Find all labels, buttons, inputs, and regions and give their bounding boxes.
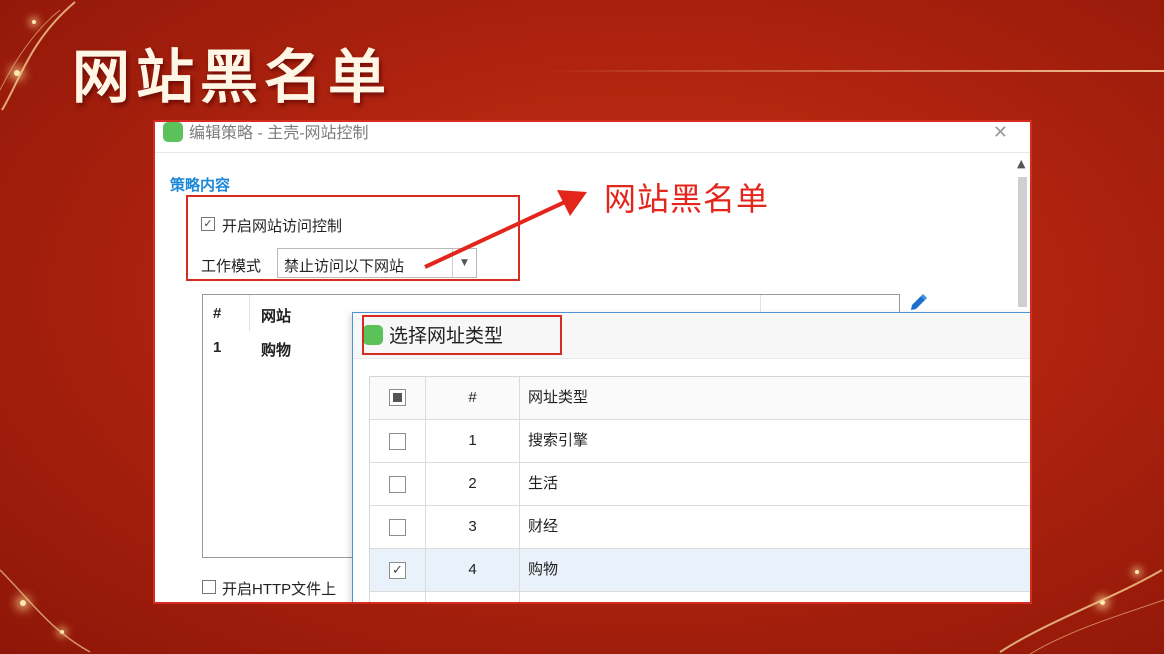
work-mode-select[interactable]: 禁止访问以下网站 ▼ [277,248,477,278]
row-index: 5 [426,592,520,602]
gold-swirl-decoration [0,569,91,653]
row-index: 4 [426,549,520,592]
scrollbar-thumb[interactable] [1018,177,1027,307]
checkbox-cell [370,506,426,549]
highlight-box-dialog-title [362,315,562,355]
select-url-type-dialog: 选择网址类型 # 网址类型 1 搜索引擎 2 生活 3 财经 ✓ 4 购物 [352,312,1030,602]
site-table-header-index: # [213,305,222,322]
row-checkbox[interactable] [389,476,406,493]
dialog-header: 选择网址类型 [353,313,1030,359]
sparkle-decoration [14,70,20,76]
row-index: 3 [426,506,520,549]
row-url-type: 生活 [528,475,559,492]
annotation-label: 网站黑名单 [604,181,770,217]
work-mode-label: 工作模式 [201,258,262,275]
scroll-up-icon[interactable]: ▲ [1017,157,1025,170]
site-row-index: 1 [213,339,222,356]
site-table-header-site: 网站 [261,308,292,325]
table-row-selected[interactable]: ✓ 4 购物 [370,549,1030,592]
column-divider [249,295,250,331]
row-url-type: 购物 [528,561,559,578]
enable-http-upload-label: 开启HTTP文件上 [222,581,337,598]
checkbox-cell [370,463,426,506]
header-index: # [426,377,520,420]
section-label-policy-content: 策略内容 [170,177,231,194]
vertical-scrollbar[interactable]: ▲ [1015,157,1029,307]
main-window-title: 编辑策略 - 主壳-网站控制 [189,125,369,142]
app-icon [163,122,183,142]
grid-header-row: # 网址类型 [370,377,1030,420]
select-all-checkbox[interactable] [389,389,406,406]
row-checkbox[interactable] [389,519,406,536]
title-divider-line [545,70,1164,72]
enable-http-upload-checkbox[interactable] [202,580,216,594]
sparkle-decoration [20,600,26,606]
row-url-type: 搜索引擎 [528,432,589,449]
work-mode-value: 禁止访问以下网站 [284,258,405,275]
table-row[interactable]: 2 生活 [370,463,1030,506]
sparkle-decoration [1135,570,1139,574]
row-url-type: 娱乐 [528,592,558,602]
dropdown-arrow-icon[interactable]: ▼ [452,249,476,277]
row-checkbox[interactable] [389,433,406,450]
table-row[interactable]: 5 娱乐 [370,592,1030,602]
main-window-titlebar: 编辑策略 - 主壳-网站控制 [163,122,1023,144]
row-index: 2 [426,463,520,506]
select-all-cell [370,377,426,420]
enable-access-control-label: 开启网站访问控制 [222,218,343,235]
table-row[interactable]: 1 搜索引擎 [370,420,1030,463]
sparkle-decoration [60,630,64,634]
site-row-site[interactable]: 购物 [261,339,291,360]
row-url-type: 财经 [528,518,559,535]
row-index: 1 [426,420,520,463]
enable-access-control-checkbox[interactable]: ✓ [201,217,215,231]
checkbox-cell [370,420,426,463]
titlebar-divider [155,152,1030,153]
edit-pen-icon[interactable] [907,292,929,314]
table-row[interactable]: 3 财经 [370,506,1030,549]
sparkle-decoration [32,20,36,24]
url-type-grid: # 网址类型 1 搜索引擎 2 生活 3 财经 ✓ 4 购物 [369,376,1030,602]
close-icon[interactable]: ✕ [993,122,1008,143]
screenshot-frame: 编辑策略 - 主壳-网站控制 ✕ ▲ 策略内容 ✓ 开启网站访问控制 工作模式 … [153,120,1032,604]
header-url-type: 网址类型 [528,389,589,406]
checkbox-cell [370,592,426,602]
checkbox-cell: ✓ [370,549,426,592]
sparkle-decoration [1100,600,1105,605]
slide-title: 网站黑名单 [72,43,393,111]
row-checkbox-checked[interactable]: ✓ [389,562,406,579]
